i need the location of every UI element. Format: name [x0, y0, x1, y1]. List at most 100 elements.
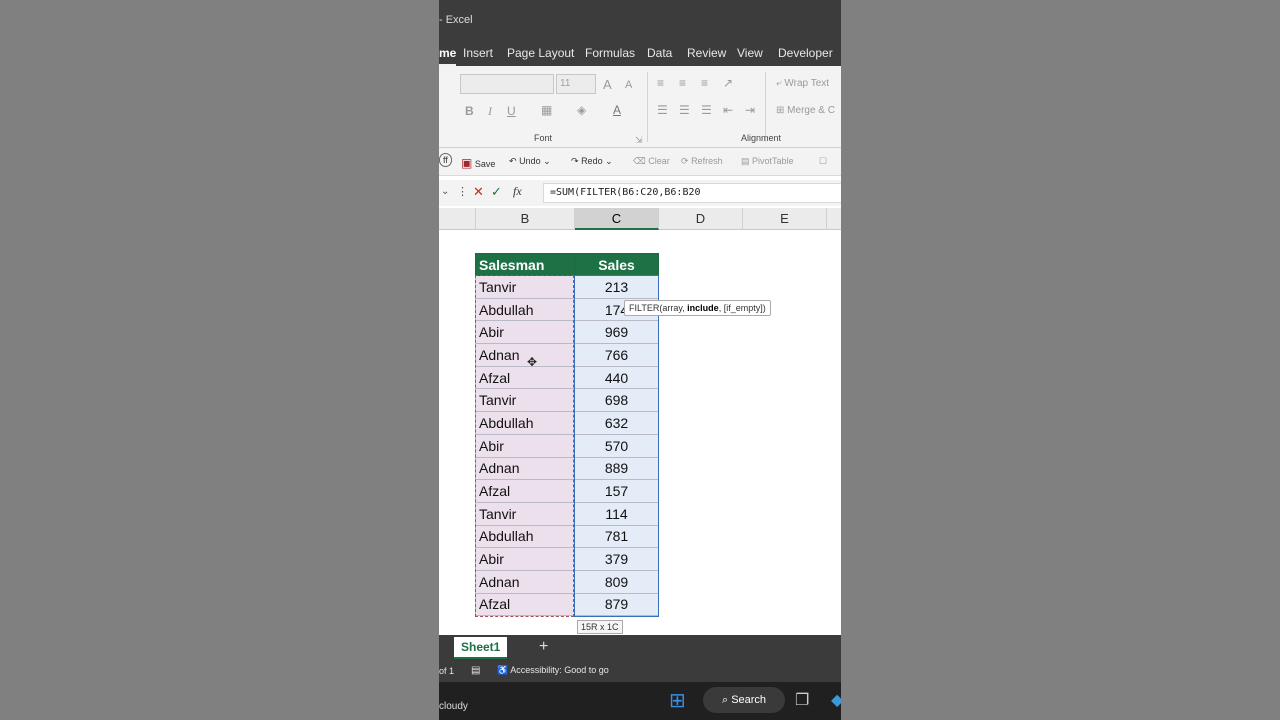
windows-start-icon[interactable]: ⊞	[669, 688, 686, 713]
tab-review[interactable]: Review	[687, 46, 726, 60]
wrap-text-label: Wrap Text	[784, 78, 830, 89]
sales-cell[interactable]: 889	[574, 456, 659, 481]
font-size-select[interactable]: 11	[556, 74, 596, 94]
orientation-icon[interactable]: ↗	[723, 76, 733, 90]
salesman-cell[interactable]: Afzal	[475, 479, 575, 503]
sales-cell[interactable]: 632	[574, 411, 659, 435]
macro-recorder-icon[interactable]: ▤	[471, 665, 480, 676]
font-dialog-launcher-icon[interactable]: ⇲	[635, 135, 643, 146]
tab-insert[interactable]: Insert	[463, 46, 493, 60]
salesman-cell[interactable]: Abir	[475, 320, 575, 345]
sheet-grid[interactable]: Salesman Sales Tanvir 213 Abdullah 174 Abir 9…	[439, 230, 841, 635]
salesman-cell[interactable]: Tanvir	[475, 501, 575, 526]
window-title: - Excel	[439, 14, 473, 26]
pivottable-button[interactable]: ▤ PivotTable	[741, 156, 794, 167]
salesman-cell[interactable]: Adnan	[475, 569, 575, 594]
sales-cell[interactable]: 969	[574, 320, 659, 345]
sales-cell[interactable]: 157	[574, 479, 659, 503]
column-header-c[interactable]: C	[575, 208, 659, 230]
sales-cell[interactable]: 781	[574, 524, 659, 549]
underline-button[interactable]: U	[507, 104, 516, 118]
task-view-icon[interactable]: ❐	[795, 690, 809, 710]
tab-page-layout[interactable]: Page Layout	[507, 46, 574, 60]
table-row: Adnan 889	[475, 456, 659, 481]
status-bar: of 1 ▤ ♿ Accessibility: Good to go	[439, 661, 841, 682]
merge-center-button[interactable]: ⊞ Merge & C	[776, 105, 835, 116]
header-salesman[interactable]: Salesman	[475, 253, 575, 276]
copilot-icon[interactable]: ◆	[831, 690, 841, 710]
italic-button[interactable]: I	[488, 104, 492, 119]
insert-function-button[interactable]: fx	[513, 184, 522, 199]
formula-input[interactable]: =SUM(FILTER(B6:C20,B6:B20	[543, 183, 841, 203]
bold-button[interactable]: B	[465, 104, 474, 118]
align-right-icon[interactable]: ☰	[701, 103, 712, 117]
increase-indent-icon[interactable]: ⇥	[745, 103, 755, 117]
column-header-d[interactable]: D	[659, 208, 743, 230]
salesman-cell[interactable]: Abdullah	[475, 524, 575, 549]
align-top-icon[interactable]: ≡	[657, 76, 664, 90]
taskbar: cloudy ⊞ ⌕ Search ❐ ◆	[439, 682, 841, 720]
accessibility-status[interactable]: ♿ Accessibility: Good to go	[497, 665, 609, 676]
taskbar-search-button[interactable]: ⌕ Search	[703, 687, 785, 713]
tab-formulas[interactable]: Formulas	[585, 46, 635, 60]
salesman-cell[interactable]: Abir	[475, 547, 575, 571]
font-color-icon[interactable]: A	[613, 103, 621, 117]
name-box-chevron-icon[interactable]: ⌄	[441, 186, 449, 197]
shrink-font-button[interactable]: A	[625, 79, 632, 91]
grow-font-button[interactable]: A	[603, 77, 612, 92]
column-header-b[interactable]: B	[476, 208, 575, 230]
sales-cell[interactable]: 114	[574, 501, 659, 526]
tab-developer[interactable]: Developer	[778, 46, 833, 60]
wrap-text-button[interactable]: ⤶ Wrap Text	[776, 78, 829, 89]
salesman-cell[interactable]: Afzal	[475, 365, 575, 390]
refresh-button[interactable]: ⟳ Refresh	[681, 156, 723, 167]
salesman-cell[interactable]: Adnan	[475, 456, 575, 481]
redo-icon: ↷	[571, 156, 579, 166]
enter-icon[interactable]: ✓	[491, 184, 502, 200]
sales-cell[interactable]: 766	[574, 343, 659, 367]
redo-button[interactable]: ↷ Redo ⌄	[571, 156, 613, 167]
salesman-cell[interactable]: Abdullah	[475, 297, 575, 322]
align-bottom-icon[interactable]: ≡	[701, 76, 708, 90]
save-icon: ▣	[461, 156, 473, 170]
decrease-indent-icon[interactable]: ⇤	[723, 103, 733, 117]
tab-data[interactable]: Data	[647, 46, 672, 60]
column-header-a[interactable]	[439, 208, 476, 230]
refresh-label: Refresh	[691, 156, 723, 166]
align-middle-icon[interactable]: ≡	[679, 76, 686, 90]
salesman-cell[interactable]: Afzal	[475, 592, 575, 617]
header-sales[interactable]: Sales	[574, 253, 659, 276]
tab-view[interactable]: View	[737, 46, 763, 60]
salesman-cell[interactable]: Adnan	[475, 343, 575, 367]
sales-cell[interactable]: 809	[574, 569, 659, 594]
cancel-icon[interactable]: ✕	[473, 184, 484, 200]
salesman-cell[interactable]: Abdullah	[475, 411, 575, 435]
sales-cell[interactable]: 698	[574, 388, 659, 413]
clear-label: Clear	[648, 156, 670, 166]
save-button[interactable]: ▣ Save	[461, 156, 495, 170]
salesman-cell[interactable]: Abir	[475, 433, 575, 458]
sales-cell[interactable]: 440	[574, 365, 659, 390]
clear-button[interactable]: ⌫ Clear	[633, 156, 670, 167]
borders-icon[interactable]: ▦	[541, 103, 552, 117]
sales-cell[interactable]: 879	[574, 592, 659, 617]
sales-cell[interactable]: 570	[574, 433, 659, 458]
table-row: Abdullah 781	[475, 524, 659, 549]
sales-cell[interactable]: 379	[574, 547, 659, 571]
quick-access-toolbar: ff ▣ Save ↶ Undo ⌄ ↷ Redo ⌄ ⌫ Clear ⟳ Re…	[439, 148, 841, 176]
sales-cell[interactable]: 213	[574, 275, 659, 299]
alignment-group-label: Alignment	[741, 133, 782, 143]
column-header-e[interactable]: E	[743, 208, 827, 230]
salesman-cell[interactable]: Tanvir	[475, 275, 575, 299]
tab-home[interactable]: me	[439, 46, 457, 66]
undo-button[interactable]: ↶ Undo ⌄	[509, 156, 551, 167]
salesman-cell[interactable]: Tanvir	[475, 388, 575, 413]
sheet-tab-sheet1[interactable]: Sheet1	[454, 637, 508, 659]
autosave-toggle[interactable]: ff	[439, 153, 452, 167]
add-sheet-button[interactable]: +	[539, 638, 548, 656]
more-icon[interactable]: ☐	[819, 156, 827, 167]
align-left-icon[interactable]: ☰	[657, 103, 668, 117]
font-name-select[interactable]	[460, 74, 554, 94]
align-center-icon[interactable]: ☰	[679, 103, 690, 117]
fill-color-icon[interactable]: ◈	[577, 103, 586, 117]
